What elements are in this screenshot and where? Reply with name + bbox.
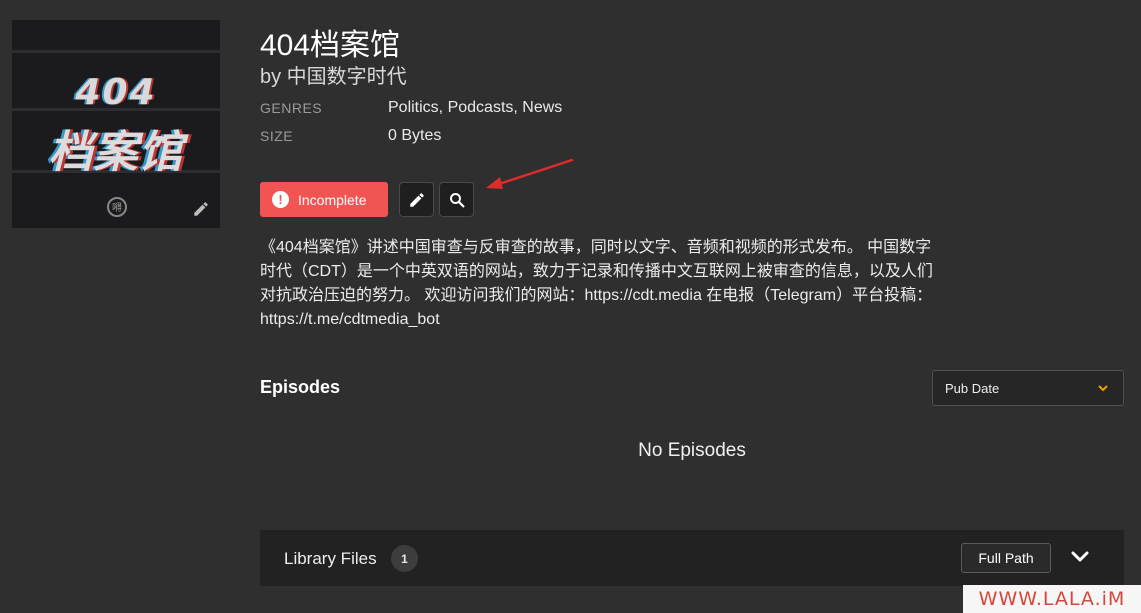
pencil-icon	[409, 192, 424, 207]
status-label: Incomplete	[298, 191, 367, 208]
incomplete-status-button[interactable]: ! Incomplete	[260, 182, 388, 217]
cover-text-404: 404	[75, 72, 157, 113]
annotation-arrow	[486, 158, 574, 189]
episodes-heading: Episodes	[260, 377, 341, 397]
watermark: WWW.LALA.iM	[963, 585, 1141, 613]
sort-selected-value: Pub Date	[945, 380, 1000, 396]
library-files-section[interactable]: Library Files 1 Full Path	[260, 530, 1124, 586]
size-label: SIZE	[260, 128, 294, 144]
search-match-button[interactable]	[439, 182, 474, 217]
empty-episodes-message: No Episodes	[638, 440, 746, 461]
edit-button[interactable]	[399, 182, 434, 217]
library-files-label: Library Files	[284, 549, 377, 568]
cover-text-title: 档案馆	[48, 127, 184, 178]
podcast-cover[interactable]: 404 档案馆 嘚	[12, 20, 220, 228]
genres-label: GENRES	[260, 100, 323, 116]
pencil-icon[interactable]	[192, 200, 210, 218]
library-files-count: 1	[391, 545, 418, 572]
size-value: 0 Bytes	[388, 127, 442, 144]
chevron-down-icon[interactable]	[1070, 550, 1090, 564]
podcast-author: by 中国数字时代	[260, 66, 407, 88]
cover-glitch-line	[12, 50, 220, 53]
chevron-down-icon	[1098, 385, 1108, 392]
podcast-description: 《404档案馆》讲述中国审查与反审查的故事，同时以文字、音频和视频的形式发布。 …	[260, 239, 933, 328]
genres-value: Politics, Podcasts, News	[388, 99, 563, 116]
exclamation-icon: !	[272, 191, 289, 208]
cover-logo-badge: 嘚	[107, 197, 127, 217]
full-path-button[interactable]: Full Path	[961, 543, 1051, 573]
episode-sort-dropdown[interactable]: Pub Date	[932, 370, 1124, 406]
search-icon	[449, 192, 464, 207]
podcast-title: 404档案馆	[260, 29, 401, 62]
